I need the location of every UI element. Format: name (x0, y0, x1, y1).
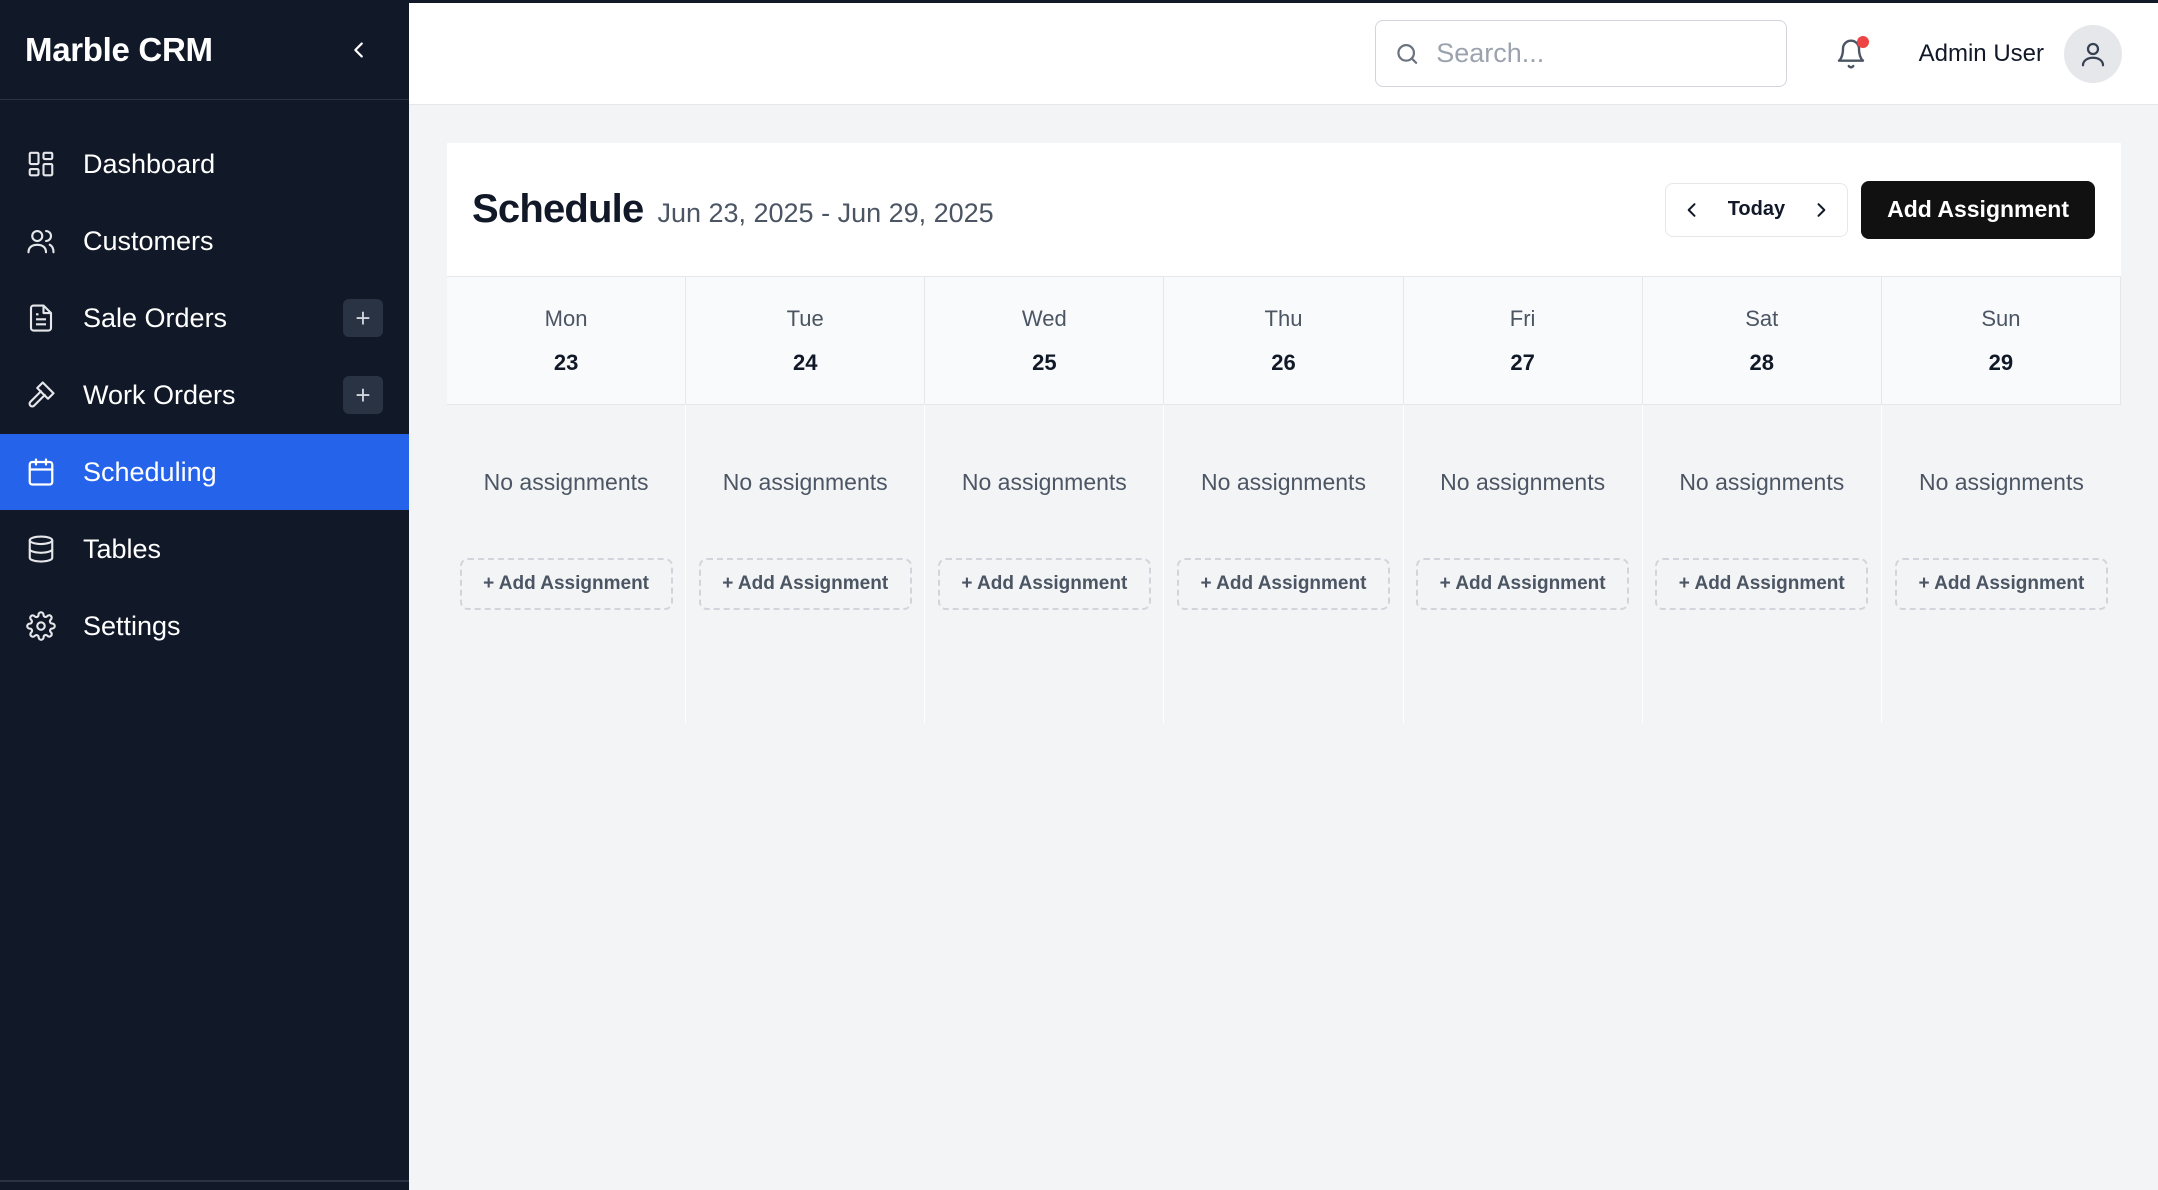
users-icon (26, 226, 56, 256)
day-column: No assignments + Add Assignment (1881, 405, 2121, 723)
chevron-right-icon (1817, 202, 1826, 217)
search-box[interactable] (1374, 20, 1787, 87)
main-area: Admin User Schedule Jun 23, 2025 - Jun 2… (409, 0, 2158, 1190)
sidebar-item-label: Tables (83, 533, 162, 564)
week-navigation: Today (1664, 182, 1849, 237)
sidebar-item-dashboard[interactable]: Dashboard (0, 126, 409, 202)
add-sale-order-button[interactable]: + (343, 299, 383, 337)
chevron-left-icon (354, 41, 363, 58)
search-icon (1396, 43, 1417, 64)
search-input[interactable] (1436, 38, 1768, 69)
add-work-order-button[interactable]: + (343, 376, 383, 414)
day-number: 28 (1749, 349, 1775, 375)
day-header: Wed 25 (925, 277, 1165, 405)
brand-logo: Marble CRM (25, 30, 213, 68)
day-number: 29 (1988, 349, 2014, 375)
add-assignment-button[interactable]: Add Assignment (1861, 180, 2095, 239)
sidebar-item-label: Sale Orders (83, 302, 228, 333)
hammer-icon (26, 380, 56, 410)
day-header: Mon 23 (447, 277, 687, 405)
day-name: Wed (1021, 305, 1067, 331)
day-column: No assignments + Add Assignment (447, 405, 687, 723)
empty-state-text: No assignments (1201, 469, 1366, 495)
day-header: Tue 24 (686, 277, 926, 405)
previous-week-button[interactable] (1666, 183, 1718, 237)
schedule-header: Schedule Jun 23, 2025 - Jun 29, 2025 Tod… (447, 143, 2121, 277)
day-column: No assignments + Add Assignment (686, 405, 926, 723)
sidebar-item-label: Work Orders (83, 379, 236, 410)
add-assignment-slot-button[interactable]: + Add Assignment (937, 558, 1151, 610)
sidebar-item-tables[interactable]: Tables (0, 511, 409, 587)
day-number: 26 (1271, 349, 1296, 375)
day-number: 23 (553, 349, 579, 375)
notification-dot (1856, 35, 1869, 48)
database-icon (26, 534, 56, 564)
day-number: 27 (1510, 349, 1535, 375)
empty-state-text: No assignments (483, 469, 649, 495)
chevron-left-icon (1687, 202, 1696, 217)
day-name: Tue (786, 305, 824, 331)
title-group: Schedule Jun 23, 2025 - Jun 29, 2025 (472, 187, 994, 232)
sidebar-item-label: Customers (83, 225, 214, 256)
day-header: Thu 26 (1164, 277, 1404, 405)
day-column: No assignments + Add Assignment (925, 405, 1165, 723)
dashboard-icon (26, 149, 56, 179)
schedule-card: Schedule Jun 23, 2025 - Jun 29, 2025 Tod… (447, 143, 2121, 723)
day-column: No assignments + Add Assignment (1403, 405, 1643, 723)
page-title: Schedule (472, 187, 644, 231)
sidebar-divider (0, 1180, 409, 1182)
empty-state-text: No assignments (961, 469, 1127, 495)
sidebar-item-scheduling[interactable]: Scheduling (0, 434, 409, 510)
sidebar-item-label: Settings (83, 610, 181, 641)
day-name: Mon (544, 305, 588, 331)
sidebar: Marble CRM Dashboard Customers Sale Orde… (0, 0, 409, 1190)
add-assignment-slot-button[interactable]: + Add Assignment (1176, 558, 1390, 610)
day-number: 25 (1032, 349, 1057, 375)
document-icon (26, 303, 56, 333)
day-header: Sat 28 (1642, 277, 1882, 405)
week-grid: Mon 23 Tue 24 Wed 25 Thu 26 Fri 27 Sat 2… (447, 277, 2121, 723)
day-name: Sat (1745, 305, 1779, 331)
sidebar-item-sale-orders[interactable]: Sale Orders + (0, 280, 409, 356)
calendar-icon (26, 457, 56, 487)
empty-state-text: No assignments (722, 469, 888, 495)
empty-state-text: No assignments (1440, 469, 1606, 495)
add-assignment-slot-button[interactable]: + Add Assignment (1416, 558, 1630, 610)
add-assignment-slot-button[interactable]: + Add Assignment (1894, 558, 2108, 610)
notifications-button[interactable] (1831, 34, 1871, 74)
user-name: Admin User (1918, 39, 2044, 67)
avatar[interactable] (2064, 24, 2122, 83)
sidebar-item-label: Scheduling (83, 456, 217, 487)
user-icon (2081, 42, 2105, 66)
sidebar-header: Marble CRM (0, 0, 409, 100)
add-assignment-slot-button[interactable]: + Add Assignment (1655, 558, 1869, 610)
empty-state-text: No assignments (1918, 469, 2084, 495)
topbar: Admin User (409, 3, 2158, 105)
header-actions: Today Add Assignment (1664, 180, 2095, 239)
day-header: Sun 29 (1881, 277, 2121, 405)
today-button[interactable]: Today (1718, 198, 1795, 221)
day-name: Sun (1981, 305, 2021, 331)
date-range: Jun 23, 2025 - Jun 29, 2025 (657, 198, 994, 228)
sidebar-item-label: Dashboard (83, 148, 216, 179)
sidebar-nav: Dashboard Customers Sale Orders + Work O… (0, 100, 409, 664)
day-header: Fri 27 (1403, 277, 1643, 405)
day-column: No assignments + Add Assignment (1164, 405, 1404, 723)
day-number: 24 (792, 349, 818, 375)
sidebar-item-work-orders[interactable]: Work Orders + (0, 357, 409, 433)
empty-state-text: No assignments (1679, 469, 1845, 495)
add-assignment-slot-button[interactable]: + Add Assignment (698, 558, 912, 610)
day-name: Thu (1264, 305, 1303, 331)
next-week-button[interactable] (1795, 183, 1847, 237)
sidebar-item-settings[interactable]: Settings (0, 588, 409, 664)
content: Schedule Jun 23, 2025 - Jun 29, 2025 Tod… (409, 105, 2158, 723)
day-name: Fri (1509, 305, 1536, 331)
collapse-sidebar-button[interactable] (339, 30, 379, 70)
add-assignment-slot-button[interactable]: + Add Assignment (459, 558, 673, 610)
gear-icon (26, 611, 56, 641)
day-column: No assignments + Add Assignment (1642, 405, 1882, 723)
sidebar-item-customers[interactable]: Customers (0, 203, 409, 279)
